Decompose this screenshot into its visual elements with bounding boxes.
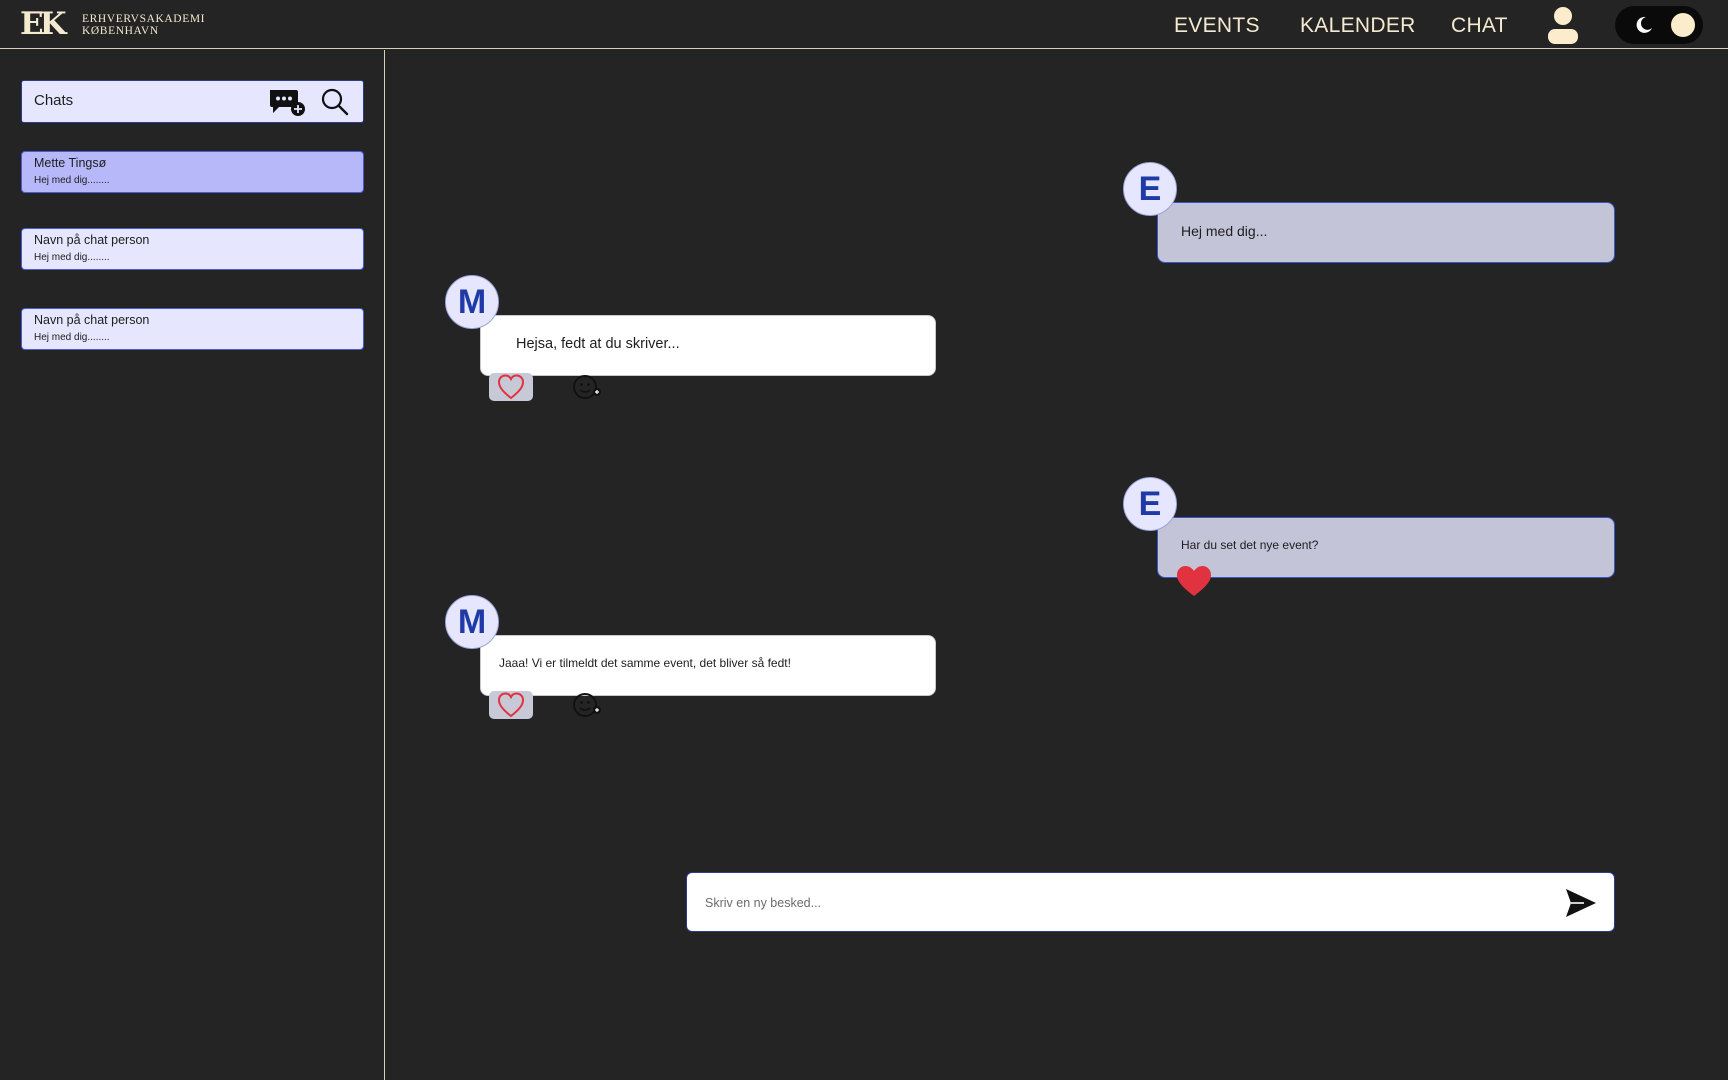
chat-list-item[interactable]: Navn på chat person Hej med dig........ xyxy=(21,308,364,350)
logo-line-2: KØBENHAVN xyxy=(82,24,159,37)
user-icon xyxy=(1548,7,1578,44)
heart-filled-icon[interactable] xyxy=(1176,565,1212,597)
chats-search-bar[interactable]: Chats xyxy=(21,80,364,123)
chat-preview: Hej med dig........ xyxy=(34,175,110,186)
message-bubble-incoming: Jaaa! Vi er tilmeldt det samme event, de… xyxy=(480,635,936,696)
avatar-e: E xyxy=(1123,162,1177,216)
chats-label: Chats xyxy=(34,92,74,109)
add-emoji-icon[interactable] xyxy=(572,373,606,403)
message-composer xyxy=(686,872,1615,932)
heart-reaction-button[interactable] xyxy=(489,373,533,401)
message-text: Hejsa, fedt at du skriver... xyxy=(516,336,680,352)
new-chat-icon[interactable] xyxy=(268,88,308,118)
message-bubble-incoming: Hejsa, fedt at du skriver... xyxy=(480,315,936,376)
add-emoji-icon[interactable] xyxy=(572,691,606,721)
message-text: Har du set det nye event? xyxy=(1181,538,1319,552)
logo-mark: EK xyxy=(20,6,67,42)
message-text: Hej med dig... xyxy=(1181,223,1268,239)
theme-toggle[interactable] xyxy=(1615,6,1703,44)
chat-sidebar: Chats Mette Tingsø Hej med dig........ N… xyxy=(0,50,385,1080)
search-icon[interactable] xyxy=(321,88,349,116)
sun-icon xyxy=(1671,13,1695,37)
avatar-m: M xyxy=(445,595,499,649)
message-input[interactable] xyxy=(705,891,1525,915)
avatar-m: M xyxy=(445,275,499,329)
chat-name: Navn på chat person xyxy=(34,313,150,327)
send-icon[interactable] xyxy=(1564,887,1598,919)
message-bubble-outgoing: Har du set det nye event? xyxy=(1157,517,1615,578)
chat-name: Mette Tingsø xyxy=(34,156,107,170)
chat-name: Navn på chat person xyxy=(34,233,150,247)
chat-list-item[interactable]: Mette Tingsø Hej med dig........ xyxy=(21,151,364,193)
heart-outline-icon xyxy=(497,692,525,718)
chat-preview: Hej med dig........ xyxy=(34,252,110,263)
moon-icon xyxy=(1636,16,1652,33)
message-bubble-outgoing: Hej med dig... xyxy=(1157,202,1615,263)
top-navigation-bar: EK ERHVERVSAKADEMI KØBENHAVN EVENTS KALE… xyxy=(0,0,1728,49)
profile-button[interactable] xyxy=(1543,6,1583,44)
heart-reaction-button[interactable] xyxy=(489,691,533,719)
avatar-e: E xyxy=(1123,477,1177,531)
logo-text: ERHVERVSAKADEMI KØBENHAVN xyxy=(82,13,205,37)
heart-outline-icon xyxy=(497,374,525,400)
nav-kalender-link[interactable]: KALENDER xyxy=(1300,14,1416,38)
logo-line-1: ERHVERVSAKADEMI xyxy=(82,12,206,25)
nav-chat-link[interactable]: CHAT xyxy=(1451,14,1508,38)
nav-events-link[interactable]: EVENTS xyxy=(1174,14,1260,38)
chat-list-item[interactable]: Navn på chat person Hej med dig........ xyxy=(21,228,364,270)
message-text: Jaaa! Vi er tilmeldt det samme event, de… xyxy=(499,656,791,670)
chat-preview: Hej med dig........ xyxy=(34,332,110,343)
ek-logo[interactable]: EK ERHVERVSAKADEMI KØBENHAVN xyxy=(20,6,205,42)
